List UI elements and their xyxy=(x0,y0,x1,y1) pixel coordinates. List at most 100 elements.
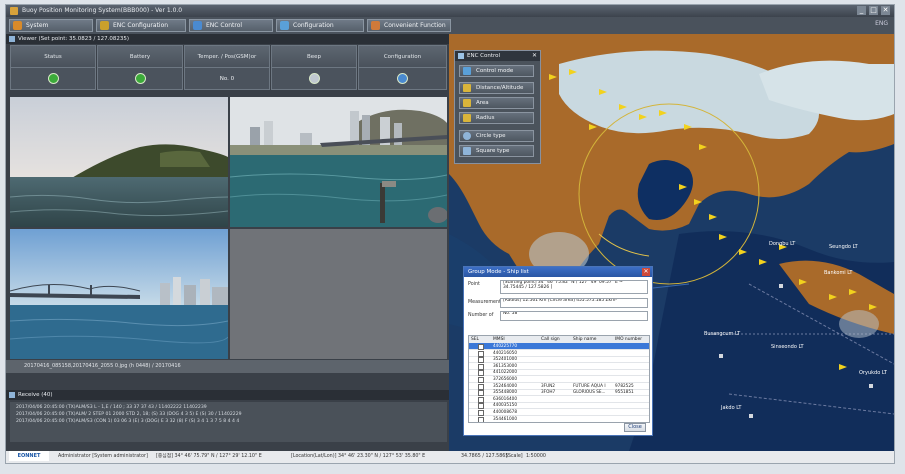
column-sel[interactable]: SEL xyxy=(471,336,479,343)
center-coordinates: [중심점] 34° 46' 75.79" N / 127° 29' 12.10"… xyxy=(156,454,262,459)
status-value[interactable] xyxy=(11,68,95,91)
ruler-icon xyxy=(463,84,471,92)
table-row[interactable]: 354461000 xyxy=(469,416,649,422)
enc-control-icon xyxy=(193,21,202,30)
menu-convenient-function[interactable]: Convenient Function xyxy=(367,19,451,32)
enc-configuration-icon xyxy=(100,21,109,30)
menu-system-label: System xyxy=(26,22,49,29)
beep-icon xyxy=(308,73,320,84)
cell-mmsi: 440008678 xyxy=(493,409,517,414)
distance-altitude-button[interactable]: Distance/Altitude xyxy=(459,82,534,94)
configuration-value[interactable] xyxy=(359,68,446,91)
square-type-label: Square type xyxy=(476,148,510,154)
column-call-sign[interactable]: Call sign xyxy=(541,336,560,343)
battery-cell: Battery xyxy=(97,45,183,90)
menu-enc-control-label: ENC Control xyxy=(206,22,243,29)
viewer-panel: Viewer (Set point: 35.0823 / 127.08235) … xyxy=(6,34,449,451)
enc-control-panel: ENC Control ✕ Control mode Distance/Alti… xyxy=(454,50,541,164)
square-icon xyxy=(463,147,471,155)
maximize-button[interactable]: □ xyxy=(869,6,878,15)
close-icon[interactable]: ✕ xyxy=(532,51,537,61)
file-info: 20170416_085158,20170416_2055 0.jpg (h 0… xyxy=(6,360,449,373)
cell-mmsi: 440035150 xyxy=(493,402,517,408)
group-mode-dialog: Group Mode - Ship list ✕ Point [Starting… xyxy=(463,266,653,436)
camera-view-2[interactable] xyxy=(230,97,447,227)
menu-system[interactable]: System xyxy=(9,19,93,32)
beep-value[interactable] xyxy=(272,68,356,91)
cell-mmsi: 440225770 xyxy=(493,343,517,348)
cell-call-sign: 3FUN2 xyxy=(541,382,555,388)
camera-view-3[interactable] xyxy=(10,229,228,359)
battery-label: Battery xyxy=(98,46,182,68)
title-bar: Buoy Position Monitoring System(BBB000) … xyxy=(6,5,894,17)
cell-imo: 9551851 xyxy=(615,389,634,395)
dialog-header: Group Mode - Ship list ✕ xyxy=(464,267,652,277)
status-ok-icon xyxy=(47,73,59,84)
status-table: Status Battery Temper. / Pos(GSM)or No. … xyxy=(10,45,447,91)
log-line: 2017/04/06 20:45:00 (TX)ALM/ 2 STEP 01 2… xyxy=(16,412,242,417)
window-title: Buoy Position Monitoring System(BBB000) … xyxy=(22,7,183,14)
configuration-globe-icon xyxy=(397,73,408,84)
scale-label: [Scale] xyxy=(506,454,523,459)
radius-button[interactable]: Radius xyxy=(459,112,534,124)
menu-configuration-label: Configuration xyxy=(293,22,334,29)
status-label: Status xyxy=(11,46,95,68)
configuration-icon xyxy=(280,21,289,30)
column-ship-name[interactable]: Ship name xyxy=(573,336,596,343)
battery-value[interactable] xyxy=(98,68,182,91)
temper-cell: Temper. / Pos(GSM)or No. 0 xyxy=(184,45,270,90)
receive-log[interactable]: 2017/04/06 20:45:00 (TX)ALM/S3 L - 1,E /… xyxy=(10,402,447,442)
app-icon xyxy=(10,7,18,15)
ship-list-table[interactable]: SEL MMSI Call sign Ship name IMO number … xyxy=(468,335,650,423)
cell-mmsi: 352464000 xyxy=(493,382,517,388)
battery-ok-icon xyxy=(134,73,146,84)
camera-view-1[interactable] xyxy=(10,97,228,227)
close-window-button[interactable]: ✕ xyxy=(881,6,890,15)
beep-cell: Beep xyxy=(271,45,357,90)
map-label: Sinseondo LT xyxy=(771,344,804,350)
control-mode-button[interactable]: Control mode xyxy=(459,65,534,77)
cell-mmsi: 352401000 xyxy=(493,356,517,362)
enc-control-title: ENC Control xyxy=(467,53,501,59)
control-mode-label: Control mode xyxy=(476,68,514,74)
cell-mmsi: 355448000 xyxy=(493,389,517,395)
area-button[interactable]: Area xyxy=(459,97,534,109)
column-imo[interactable]: IMO number xyxy=(615,336,642,343)
select-checkbox[interactable] xyxy=(478,416,484,422)
camera-image-2 xyxy=(230,97,447,227)
camera-view-4-empty[interactable] xyxy=(230,229,447,359)
camera-image-3 xyxy=(10,229,228,359)
minimize-button[interactable]: _ xyxy=(857,6,866,15)
language-indicator[interactable]: ENG xyxy=(875,20,888,27)
control-mode-icon xyxy=(463,67,471,75)
circle-type-button[interactable]: Circle type xyxy=(459,130,534,142)
cell-call-sign: 3FOH7 xyxy=(541,389,556,395)
temper-label: Temper. / Pos(GSM)or xyxy=(185,46,269,68)
square-type-button[interactable]: Square type xyxy=(459,145,534,157)
location-coordinates: [Location(Lat/Lon)] 34° 46' 23.30" N / 1… xyxy=(291,454,426,459)
system-icon xyxy=(13,21,22,30)
menu-enc-configuration[interactable]: ENC Configuration xyxy=(96,19,186,32)
cell-mmsi: 441022000 xyxy=(493,369,517,375)
user-info: Administrator [System administrator] xyxy=(58,454,148,459)
close-button[interactable]: Close xyxy=(624,423,646,432)
point-value: [Starting point] 34° 46' 75.82" N / 127°… xyxy=(500,280,648,294)
log-line: 2017/04/06 20:45:00 (TX)ALM/S3 (CON 1) 0… xyxy=(16,419,240,424)
map-label: Oryukdo LT xyxy=(859,370,887,376)
cell-mmsi: 636016400 xyxy=(493,395,517,401)
enc-map[interactable]: ENC Control ✕ Control mode Distance/Alti… xyxy=(449,34,894,451)
cell-ship-name: GLORIOUS SE... xyxy=(573,389,606,395)
dialog-title: Group Mode - Ship list xyxy=(468,269,529,275)
dialog-close-icon[interactable]: ✕ xyxy=(642,268,650,276)
configuration-label: Configuration xyxy=(359,46,446,68)
map-label: Bankomi LT xyxy=(824,270,853,276)
enc-control-header: ENC Control ✕ xyxy=(455,51,540,61)
menu-enc-configuration-label: ENC Configuration xyxy=(113,22,169,29)
menu-configuration[interactable]: Configuration xyxy=(276,19,364,32)
circle-type-label: Circle type xyxy=(476,133,506,139)
menu-enc-control[interactable]: ENC Control xyxy=(189,19,273,32)
camera-image-1 xyxy=(10,97,228,227)
column-mmsi[interactable]: MMSI xyxy=(493,336,505,343)
area-label: Area xyxy=(476,100,489,106)
configuration-cell: Configuration xyxy=(358,45,447,90)
